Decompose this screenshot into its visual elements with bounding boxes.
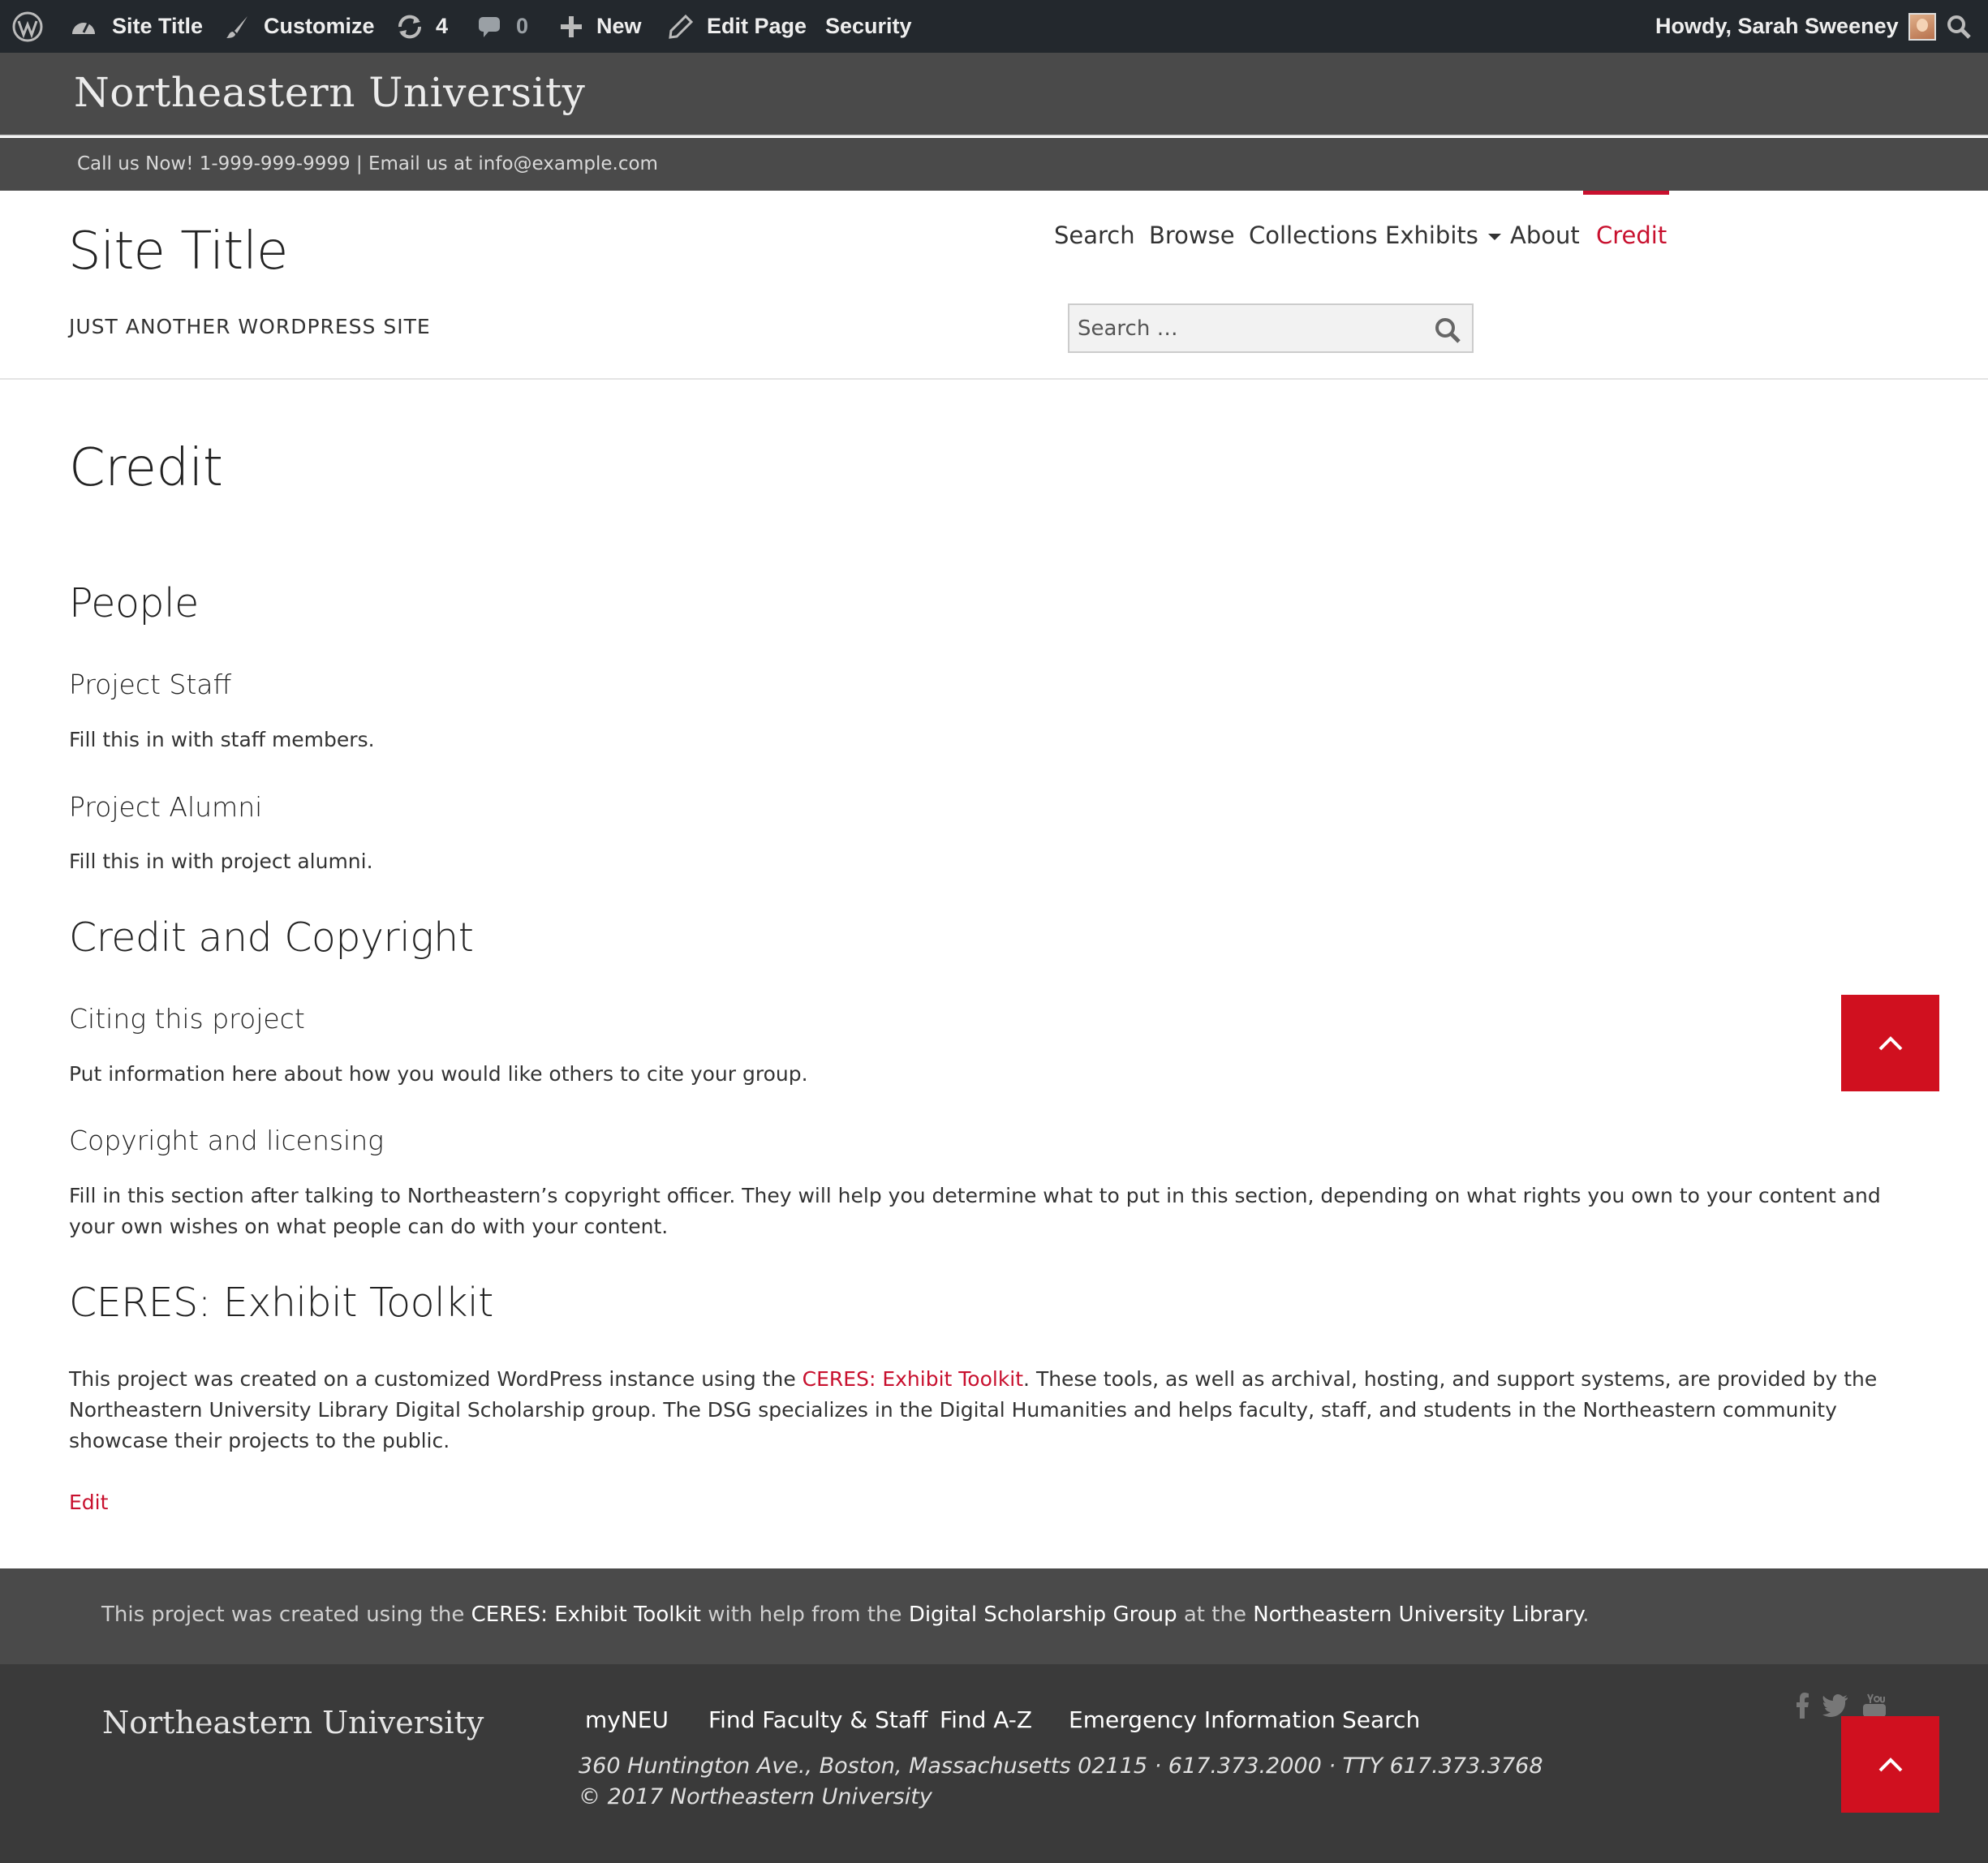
admin-comments-link[interactable]: 0	[477, 0, 528, 53]
credit-bar-text: This project was created using the CERES…	[101, 1603, 1589, 1627]
university-header: Northeastern University	[0, 53, 1988, 136]
citing-heading: Citing this project	[69, 1003, 305, 1035]
ceres-toolkit-link[interactable]: CERES: Exhibit Toolkit	[803, 1367, 1023, 1391]
nav-item-collections[interactable]: Collections	[1249, 222, 1378, 249]
admin-comments-count: 0	[516, 14, 529, 38]
facebook-icon[interactable]	[1795, 1693, 1809, 1719]
admin-new-link[interactable]: New	[559, 0, 642, 53]
footer-link-myneu[interactable]: myNEU	[585, 1706, 669, 1733]
ceres-heading: CERES: Exhibit Toolkit	[69, 1280, 493, 1326]
updates-icon	[398, 15, 422, 38]
paintbrush-icon	[226, 15, 247, 38]
avatar	[1908, 12, 1936, 41]
comment-icon	[479, 16, 500, 37]
admin-greeting: Howdy, Sarah Sweeney	[1655, 14, 1899, 38]
site-title[interactable]: Site Title	[68, 222, 288, 282]
credit-bar-text-1: This project was created using the	[101, 1603, 471, 1627]
admin-security-link[interactable]: Security	[825, 0, 912, 53]
admin-site-title-link[interactable]: Site Title	[70, 0, 203, 53]
edit-page-link[interactable]: Edit	[69, 1491, 108, 1514]
university-footer: Northeastern University myNEU Find Facul…	[0, 1664, 1988, 1863]
northeastern-logo[interactable]: Northeastern University	[74, 69, 585, 116]
admin-customize-label: Customize	[264, 14, 375, 38]
footer-northeastern-logo[interactable]: Northeastern University	[102, 1705, 484, 1740]
footer-copyright: © 2017 Northeastern University	[579, 1784, 932, 1809]
admin-security-label: Security	[825, 14, 912, 38]
project-staff-text: Fill this in with staff members.	[69, 728, 375, 751]
admin-site-title-label: Site Title	[112, 14, 204, 38]
copyright-text: Fill in this section after talking to No…	[69, 1184, 1881, 1238]
admin-updates-link[interactable]: 4	[395, 0, 448, 53]
search-icon[interactable]	[1433, 316, 1462, 345]
header-divider	[0, 378, 1988, 380]
nav-active-indicator	[1583, 191, 1669, 195]
nav-item-credit[interactable]: Credit	[1596, 222, 1667, 249]
credit-bar-text-2: with help from the	[700, 1603, 909, 1627]
nav-item-about[interactable]: About	[1510, 222, 1580, 249]
chevron-up-icon	[1878, 1757, 1902, 1771]
citing-text: Put information here about how you would…	[69, 1062, 808, 1086]
dashboard-icon	[72, 21, 95, 34]
nav-item-search[interactable]: Search	[1054, 222, 1135, 249]
back-to-top-button-footer[interactable]	[1841, 1716, 1939, 1813]
credit-bar-text-4: .	[1582, 1603, 1590, 1627]
search-input[interactable]	[1078, 313, 1418, 344]
credit-copyright-heading: Credit and Copyright	[69, 914, 474, 961]
youtube-icon[interactable]	[1861, 1693, 1887, 1719]
project-staff-heading: Project Staff	[69, 669, 232, 700]
ceres-text: This project was created on a customized…	[69, 1364, 1919, 1456]
footer-link-find-az[interactable]: Find A-Z	[940, 1706, 1032, 1733]
admin-updates-count: 4	[436, 14, 449, 38]
project-alumni-text: Fill this in with project alumni.	[69, 850, 373, 873]
contact-bar: Call us Now! 1-999-999-9999 | Email us a…	[0, 138, 1988, 191]
admin-account-menu[interactable]: Howdy, Sarah Sweeney	[1655, 0, 1936, 53]
chevron-up-icon	[1878, 1035, 1902, 1050]
ceres-text-before: This project was created on a customized…	[69, 1367, 803, 1391]
footer-link-emergency[interactable]: Emergency Information	[1069, 1706, 1336, 1733]
admin-edit-page-label: Edit Page	[707, 14, 807, 38]
project-alumni-heading: Project Alumni	[69, 791, 263, 823]
page-title: Credit	[69, 438, 223, 498]
nav-item-exhibits[interactable]: Exhibits	[1385, 222, 1501, 249]
dsg-footer-link[interactable]: Digital Scholarship Group	[909, 1603, 1177, 1627]
contact-info: Call us Now! 1-999-999-9999 | Email us a…	[77, 153, 658, 174]
plus-icon	[561, 15, 582, 37]
project-credit-bar: This project was created using the CERES…	[0, 1568, 1988, 1664]
social-links	[1795, 1693, 1887, 1719]
site-tagline: JUST ANOTHER WORDPRESS SITE	[69, 315, 431, 338]
credit-bar-text-3: at the	[1177, 1603, 1254, 1627]
pencil-icon	[669, 14, 694, 39]
admin-new-label: New	[596, 14, 642, 38]
people-heading: People	[69, 580, 199, 626]
nav-item-exhibits-label: Exhibits	[1385, 222, 1478, 249]
footer-link-find-faculty[interactable]: Find Faculty & Staff	[708, 1706, 927, 1733]
copyright-heading: Copyright and licensing	[69, 1125, 384, 1156]
admin-search-icon[interactable]	[1946, 0, 1972, 53]
nu-library-footer-link[interactable]: Northeastern University Library	[1253, 1603, 1582, 1627]
search-form	[1068, 303, 1474, 353]
footer-link-search[interactable]: Search	[1342, 1706, 1420, 1733]
admin-bar: Site Title Customize 4 0 New Edit Page S…	[0, 0, 1988, 53]
ceres-toolkit-footer-link[interactable]: CERES: Exhibit Toolkit	[471, 1603, 701, 1627]
back-to-top-button[interactable]	[1841, 995, 1939, 1091]
admin-customize-link[interactable]: Customize	[225, 0, 375, 53]
admin-edit-page-link[interactable]: Edit Page	[668, 0, 807, 53]
twitter-icon[interactable]	[1822, 1694, 1848, 1717]
nav-item-browse[interactable]: Browse	[1149, 222, 1235, 249]
wordpress-logo-icon[interactable]	[11, 0, 44, 53]
footer-address: 360 Huntington Ave., Boston, Massachuset…	[579, 1753, 1543, 1779]
caret-down-icon	[1487, 234, 1501, 240]
